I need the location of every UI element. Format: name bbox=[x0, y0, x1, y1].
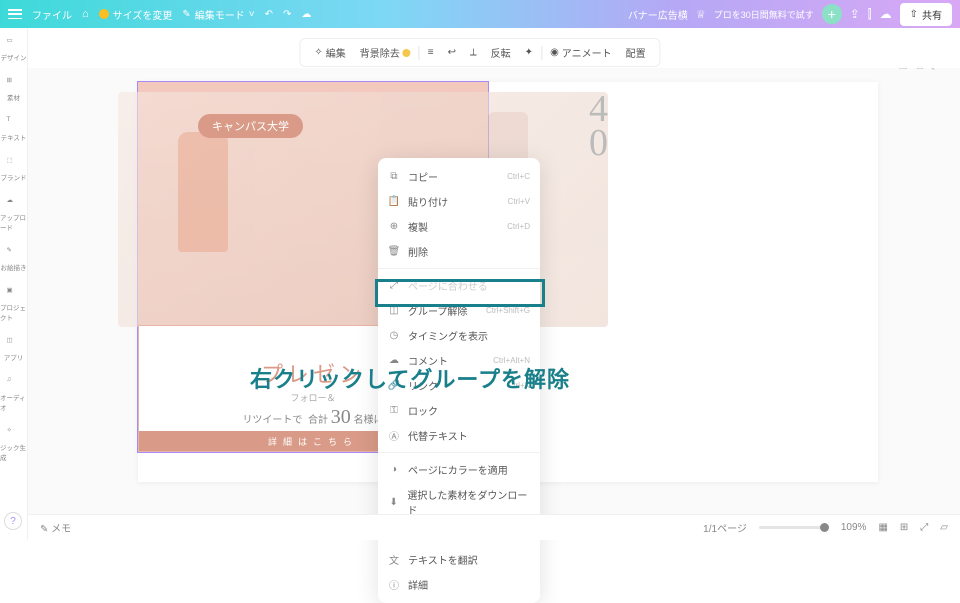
crown-dot-icon bbox=[99, 9, 109, 19]
ctx-translate[interactable]: 文テキストを翻訳 bbox=[378, 547, 540, 572]
hamburger-icon[interactable] bbox=[8, 9, 22, 19]
sidebar-projects[interactable]: ▣プロジェクト bbox=[0, 286, 27, 322]
undo-icon[interactable]: ↶ bbox=[265, 9, 273, 20]
sidebar-apps[interactable]: ◫アプリ bbox=[4, 336, 24, 362]
redo-icon[interactable]: ↷ bbox=[283, 9, 291, 20]
file-menu[interactable]: ファイル bbox=[32, 7, 72, 22]
ctx-timing[interactable]: ◷タイミングを表示 bbox=[378, 323, 540, 348]
doc-name[interactable]: バナー広告横 bbox=[628, 7, 688, 22]
add-button[interactable]: + bbox=[822, 4, 842, 24]
toolbar-flip[interactable]: 反転 bbox=[485, 43, 517, 62]
large-number: 40 bbox=[589, 92, 608, 160]
toolbar-bg-remove[interactable]: 背景除去 bbox=[354, 43, 417, 62]
alt-text-icon: Ⓐ bbox=[388, 428, 400, 443]
comment-icon: ☁ bbox=[388, 355, 400, 366]
toolbar-align-icon[interactable]: ↩ bbox=[442, 45, 462, 60]
sidebar-magic[interactable]: ✧ジック生成 bbox=[0, 426, 27, 462]
thumbnail-view-icon[interactable]: ⊞ bbox=[900, 522, 908, 533]
page-controls: ⚿ ⧉ ⤢ bbox=[899, 68, 940, 73]
follow-text: フォロー＆ bbox=[290, 391, 335, 404]
toolbar-position[interactable]: 配置 bbox=[620, 43, 652, 62]
page-indicator[interactable]: 1/1ページ bbox=[703, 520, 747, 535]
help-button[interactable]: ? bbox=[4, 512, 22, 530]
toolbar-lines-icon[interactable]: ≡ bbox=[422, 45, 440, 60]
grid-view-icon[interactable]: ▦ bbox=[878, 522, 887, 533]
contextual-toolbar: ✧ 編集 背景除去 ≡ ↩ ⟂ 反転 ✦ ◉ アニメート 配置 bbox=[299, 38, 660, 67]
sidebar-brand[interactable]: ⬚ブランド bbox=[1, 156, 27, 182]
ctx-copy[interactable]: ⧉コピーCtrl+C bbox=[378, 164, 540, 189]
copy-icon: ⧉ bbox=[388, 171, 400, 182]
sidebar-elements[interactable]: ⊞素材 bbox=[7, 76, 21, 102]
ungroup-icon: ◫ bbox=[388, 305, 400, 316]
ctx-link[interactable]: 🔗リンクCtrl+K bbox=[378, 373, 540, 398]
ctx-alt-text[interactable]: Ⓐ代替テキスト bbox=[378, 423, 540, 448]
chart-icon[interactable]: ⫿ bbox=[868, 7, 872, 22]
ctx-ungroup[interactable]: ◫グループ解除Ctrl+Shift+G bbox=[378, 298, 540, 323]
crown-icon: ♕ bbox=[696, 8, 706, 21]
toolbar-crop-icon[interactable]: ⟂ bbox=[464, 45, 483, 60]
translate-icon: 文 bbox=[388, 552, 400, 567]
zoom-slider[interactable] bbox=[759, 526, 829, 529]
lock-icon: ⚿ bbox=[388, 405, 400, 416]
cloud-sync-icon[interactable]: ☁ bbox=[301, 9, 311, 20]
ctx-details[interactable]: ⓘ詳細 bbox=[378, 572, 540, 597]
zoom-value[interactable]: 109% bbox=[841, 522, 867, 533]
trash-icon: 🗑 bbox=[388, 246, 400, 257]
share-button[interactable]: ⇧ 共有 bbox=[900, 3, 952, 26]
sidebar-draw[interactable]: ✎お絵描き bbox=[1, 246, 27, 272]
clock-icon: ◷ bbox=[388, 330, 400, 341]
resize-button[interactable]: サイズを変更 bbox=[99, 7, 173, 22]
duplicate-page-icon[interactable]: ⧉ bbox=[915, 68, 923, 73]
toolbar-edit[interactable]: ✧ 編集 bbox=[308, 43, 351, 62]
fullscreen-icon[interactable]: ⤢ bbox=[920, 522, 928, 533]
fit-icon: ⤢ bbox=[388, 280, 400, 291]
sidebar-audio[interactable]: ♫オーディオ bbox=[0, 376, 27, 412]
duplicate-icon: ⊕ bbox=[388, 221, 400, 232]
lock-page-icon[interactable]: ⚿ bbox=[899, 68, 907, 73]
ctx-apply-color[interactable]: ◑ページにカラーを適用 bbox=[378, 457, 540, 482]
present-title: プレゼン bbox=[261, 357, 365, 389]
info-icon: ⓘ bbox=[388, 577, 400, 592]
retweet-text: リツイートで 合計 30 名様に bbox=[242, 406, 383, 429]
download-icon: ⬇ bbox=[388, 497, 399, 508]
campus-badge: キャンパス大学 bbox=[198, 114, 303, 138]
sidebar-design[interactable]: ▭デザイン bbox=[1, 36, 27, 62]
ctx-lock[interactable]: ⚿ロック bbox=[378, 398, 540, 423]
bottom-bar: ✎ メモ 1/1ページ 109% ▦ ⊞ ⤢ ▱ bbox=[28, 514, 960, 540]
edit-mode-dropdown[interactable]: ✎ 編集モード ˅ bbox=[182, 7, 254, 22]
ctx-paste[interactable]: 📋貼り付けCtrl+V bbox=[378, 189, 540, 214]
ctx-fit-page[interactable]: ⤢ページに合わせる bbox=[378, 273, 540, 298]
memo-button[interactable]: ✎ メモ bbox=[40, 520, 71, 535]
sidebar-upload[interactable]: ☁アップロード bbox=[0, 196, 27, 232]
palette-icon: ◑ bbox=[388, 464, 400, 475]
ctx-duplicate[interactable]: ⊕複製Ctrl+D bbox=[378, 214, 540, 239]
toolbar-sparkle-icon[interactable]: ✦ bbox=[519, 45, 539, 60]
ctx-comment[interactable]: ☁コメントCtrl+Alt+N bbox=[378, 348, 540, 373]
link-icon: 🔗 bbox=[388, 380, 400, 391]
left-sidebar: ▭デザイン ⊞素材 Tテキスト ⬚ブランド ☁アップロード ✎お絵描き ▣プロジ… bbox=[0, 28, 28, 540]
paste-icon: 📋 bbox=[388, 196, 400, 207]
home-icon[interactable]: ⌂ bbox=[82, 8, 89, 20]
toolbar-animate[interactable]: ◉ アニメート bbox=[544, 43, 618, 62]
sidebar-text[interactable]: Tテキスト bbox=[1, 116, 27, 142]
pro-trial-button[interactable]: プロを30日間無料で試す bbox=[714, 8, 814, 21]
pro-dot-icon bbox=[403, 49, 411, 57]
comment-icon[interactable]: ☁ bbox=[880, 7, 892, 21]
expand-page-icon[interactable]: ⤢ bbox=[931, 68, 940, 73]
ctx-delete[interactable]: 🗑削除 bbox=[378, 239, 540, 264]
insights-icon[interactable]: ⇪ bbox=[850, 7, 860, 21]
present-icon[interactable]: ▱ bbox=[940, 522, 948, 533]
top-bar: ファイル ⌂ サイズを変更 ✎ 編集モード ˅ ↶ ↷ ☁ バナー広告横 ♕ プ… bbox=[0, 0, 960, 28]
